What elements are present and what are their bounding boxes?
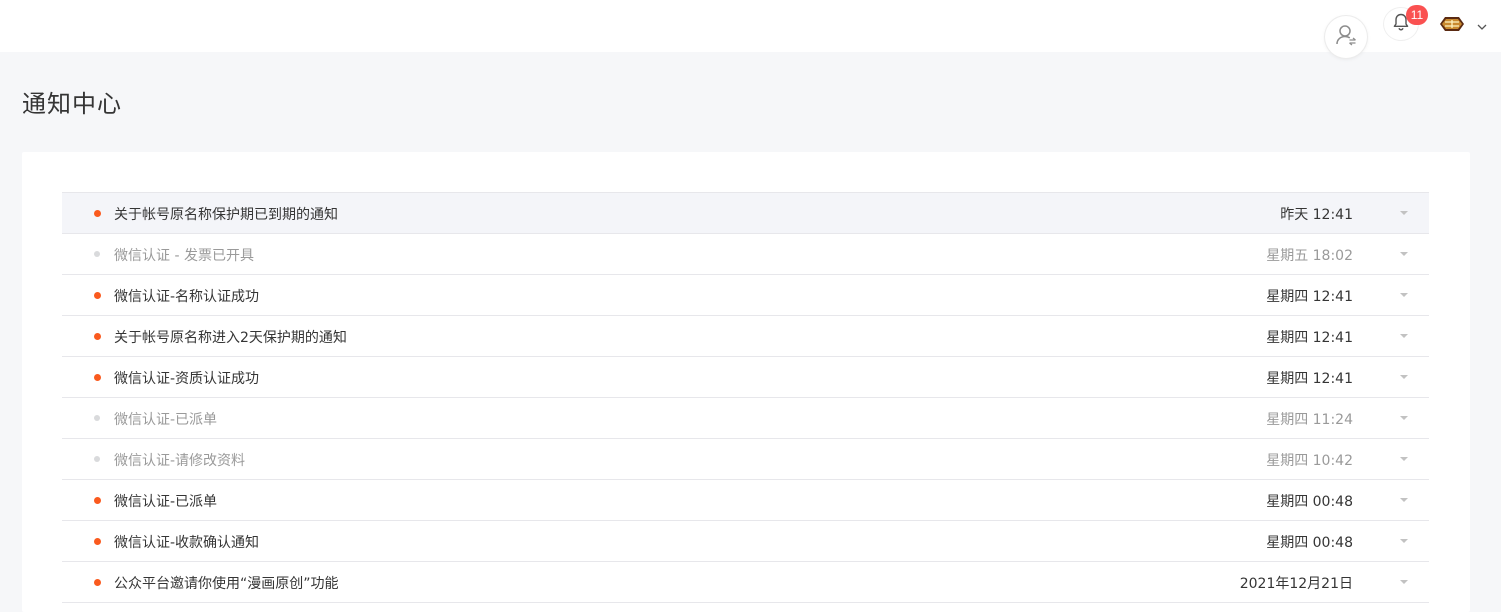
unread-dot-icon bbox=[94, 497, 101, 504]
notification-title: 微信认证-收款确认通知 bbox=[114, 535, 260, 551]
unread-dot-icon bbox=[94, 292, 101, 299]
unread-dot-icon bbox=[94, 374, 101, 381]
expand-arrow-icon[interactable] bbox=[1400, 252, 1408, 256]
expand-arrow-icon[interactable] bbox=[1400, 457, 1408, 461]
notification-row[interactable]: 公众平台邀请你使用“漫画原创”功能 2021年12月21日 bbox=[62, 562, 1429, 603]
expand-arrow-icon[interactable] bbox=[1400, 416, 1408, 420]
notification-row[interactable]: 微信认证 - 发票已开具 星期五 18:02 bbox=[62, 234, 1429, 275]
read-dot-icon bbox=[94, 415, 100, 421]
notification-time: 昨天 12:41 bbox=[1280, 207, 1353, 223]
user-switch-icon bbox=[1334, 23, 1358, 51]
notification-time: 星期四 00:48 bbox=[1266, 535, 1353, 551]
notification-time: 星期四 00:48 bbox=[1266, 494, 1353, 510]
chevron-down-icon[interactable] bbox=[1476, 18, 1488, 30]
account-avatar[interactable] bbox=[1436, 12, 1468, 36]
page-title: 通知中心 bbox=[22, 90, 122, 118]
notification-time: 星期五 18:02 bbox=[1266, 248, 1353, 264]
notification-row[interactable]: 微信认证-已派单 星期四 00:48 bbox=[62, 480, 1429, 521]
notification-list: 关于帐号原名称保护期已到期的通知 昨天 12:41 微信认证 - 发票已开具 星期五 … bbox=[62, 192, 1429, 603]
unread-dot-icon bbox=[94, 333, 101, 340]
unread-dot-icon bbox=[94, 579, 101, 586]
notification-title: 微信认证-名称认证成功 bbox=[114, 289, 260, 305]
read-dot-icon bbox=[94, 456, 100, 462]
notification-title: 微信认证 - 发票已开具 bbox=[114, 248, 254, 264]
notification-row[interactable]: 微信认证-收款确认通知 星期四 00:48 bbox=[62, 521, 1429, 562]
notification-row[interactable]: 微信认证-名称认证成功 星期四 12:41 bbox=[62, 275, 1429, 316]
unread-dot-icon bbox=[94, 210, 101, 217]
notification-row[interactable]: 关于帐号原名称保护期已到期的通知 昨天 12:41 bbox=[62, 193, 1429, 234]
expand-arrow-icon[interactable] bbox=[1400, 498, 1408, 502]
notification-title: 微信认证-已派单 bbox=[114, 412, 218, 428]
notification-count-badge: 11 bbox=[1406, 5, 1428, 25]
notification-title: 微信认证-已派单 bbox=[114, 494, 218, 510]
notification-time: 星期四 12:41 bbox=[1266, 289, 1353, 305]
notification-title: 公众平台邀请你使用“漫画原创”功能 bbox=[114, 576, 339, 592]
notification-time: 星期四 12:41 bbox=[1266, 330, 1353, 346]
expand-arrow-icon[interactable] bbox=[1400, 580, 1408, 584]
notification-time: 星期四 11:24 bbox=[1266, 412, 1353, 428]
top-bar: 11 bbox=[0, 0, 1501, 58]
expand-arrow-icon[interactable] bbox=[1400, 334, 1408, 338]
notification-title: 微信认证-资质认证成功 bbox=[114, 371, 260, 387]
unread-dot-icon bbox=[94, 538, 101, 545]
notification-row[interactable]: 微信认证-资质认证成功 星期四 12:41 bbox=[62, 357, 1429, 398]
notification-time: 2021年12月21日 bbox=[1239, 576, 1353, 592]
notification-time: 星期四 10:42 bbox=[1266, 453, 1353, 469]
read-dot-icon bbox=[94, 251, 100, 257]
notification-row[interactable]: 关于帐号原名称进入2天保护期的通知 星期四 12:41 bbox=[62, 316, 1429, 357]
expand-arrow-icon[interactable] bbox=[1400, 211, 1408, 215]
expand-arrow-icon[interactable] bbox=[1400, 293, 1408, 297]
switch-account-button[interactable] bbox=[1325, 16, 1367, 58]
notification-time: 星期四 12:41 bbox=[1266, 371, 1353, 387]
notification-title: 关于帐号原名称进入2天保护期的通知 bbox=[114, 330, 347, 346]
notification-title: 关于帐号原名称保护期已到期的通知 bbox=[114, 207, 338, 223]
notification-title: 微信认证-请修改资料 bbox=[114, 453, 246, 469]
notification-card: 关于帐号原名称保护期已到期的通知 昨天 12:41 微信认证 - 发票已开具 星期五 … bbox=[22, 152, 1470, 612]
expand-arrow-icon[interactable] bbox=[1400, 539, 1408, 543]
notification-row[interactable]: 微信认证-请修改资料 星期四 10:42 bbox=[62, 439, 1429, 480]
notification-row[interactable]: 微信认证-已派单 星期四 11:24 bbox=[62, 398, 1429, 439]
expand-arrow-icon[interactable] bbox=[1400, 375, 1408, 379]
